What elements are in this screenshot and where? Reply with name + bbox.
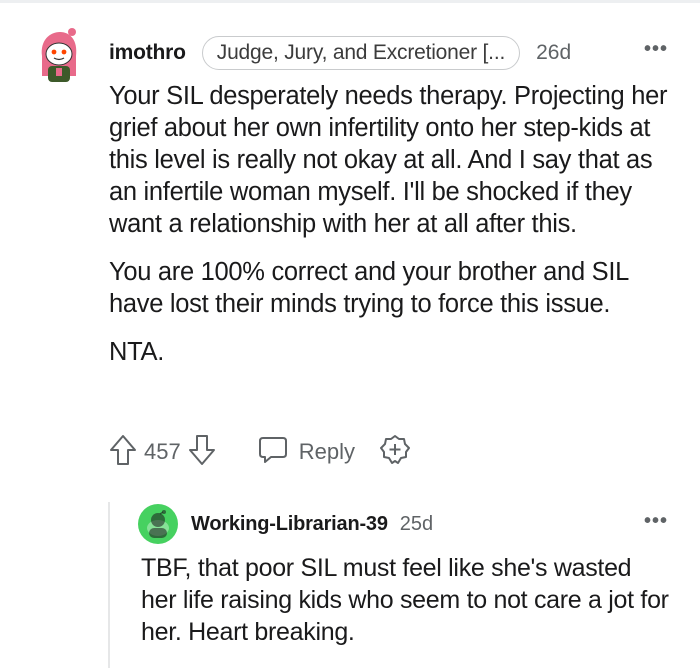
reply-more-options-icon[interactable]: ••• xyxy=(644,510,668,533)
reply-icon xyxy=(257,435,289,470)
vote-score: 457 xyxy=(144,439,181,464)
more-options-icon[interactable]: ••• xyxy=(644,38,668,61)
reply-header: Working-Librarian-39 25d xyxy=(191,510,433,538)
user-avatar[interactable] xyxy=(36,26,82,86)
upvote-icon[interactable] xyxy=(108,433,138,472)
comment-paragraph: NTA. xyxy=(109,338,164,366)
downvote-icon[interactable] xyxy=(187,433,217,472)
reply-body: TBF, that poor SIL must feel like she's … xyxy=(141,554,669,646)
reply-avatar[interactable] xyxy=(138,504,178,544)
comment-timestamp: 26d xyxy=(536,41,572,64)
reply-username[interactable]: Working-Librarian-39 xyxy=(191,513,388,536)
comment-actions: 457 Reply xyxy=(108,432,411,472)
thread-line[interactable] xyxy=(108,502,110,668)
reply-timestamp: 25d xyxy=(399,512,434,535)
comment-username[interactable]: imothro xyxy=(109,41,186,65)
comment-header: imothro Judge, Jury, and Excretioner [..… xyxy=(109,36,680,70)
reply-button[interactable]: Reply xyxy=(257,435,355,470)
comment-paragraph: You are 100% correct and your brother an… xyxy=(109,258,629,318)
top-divider xyxy=(0,0,700,3)
reply-label: Reply xyxy=(298,439,355,464)
comment-paragraph: Your SIL desperately needs therapy. Proj… xyxy=(109,82,668,238)
user-flair: Judge, Jury, and Excretioner [... xyxy=(201,36,521,70)
comment-body: Your SIL desperately needs therapy. Proj… xyxy=(109,80,679,384)
award-icon[interactable] xyxy=(379,434,411,471)
